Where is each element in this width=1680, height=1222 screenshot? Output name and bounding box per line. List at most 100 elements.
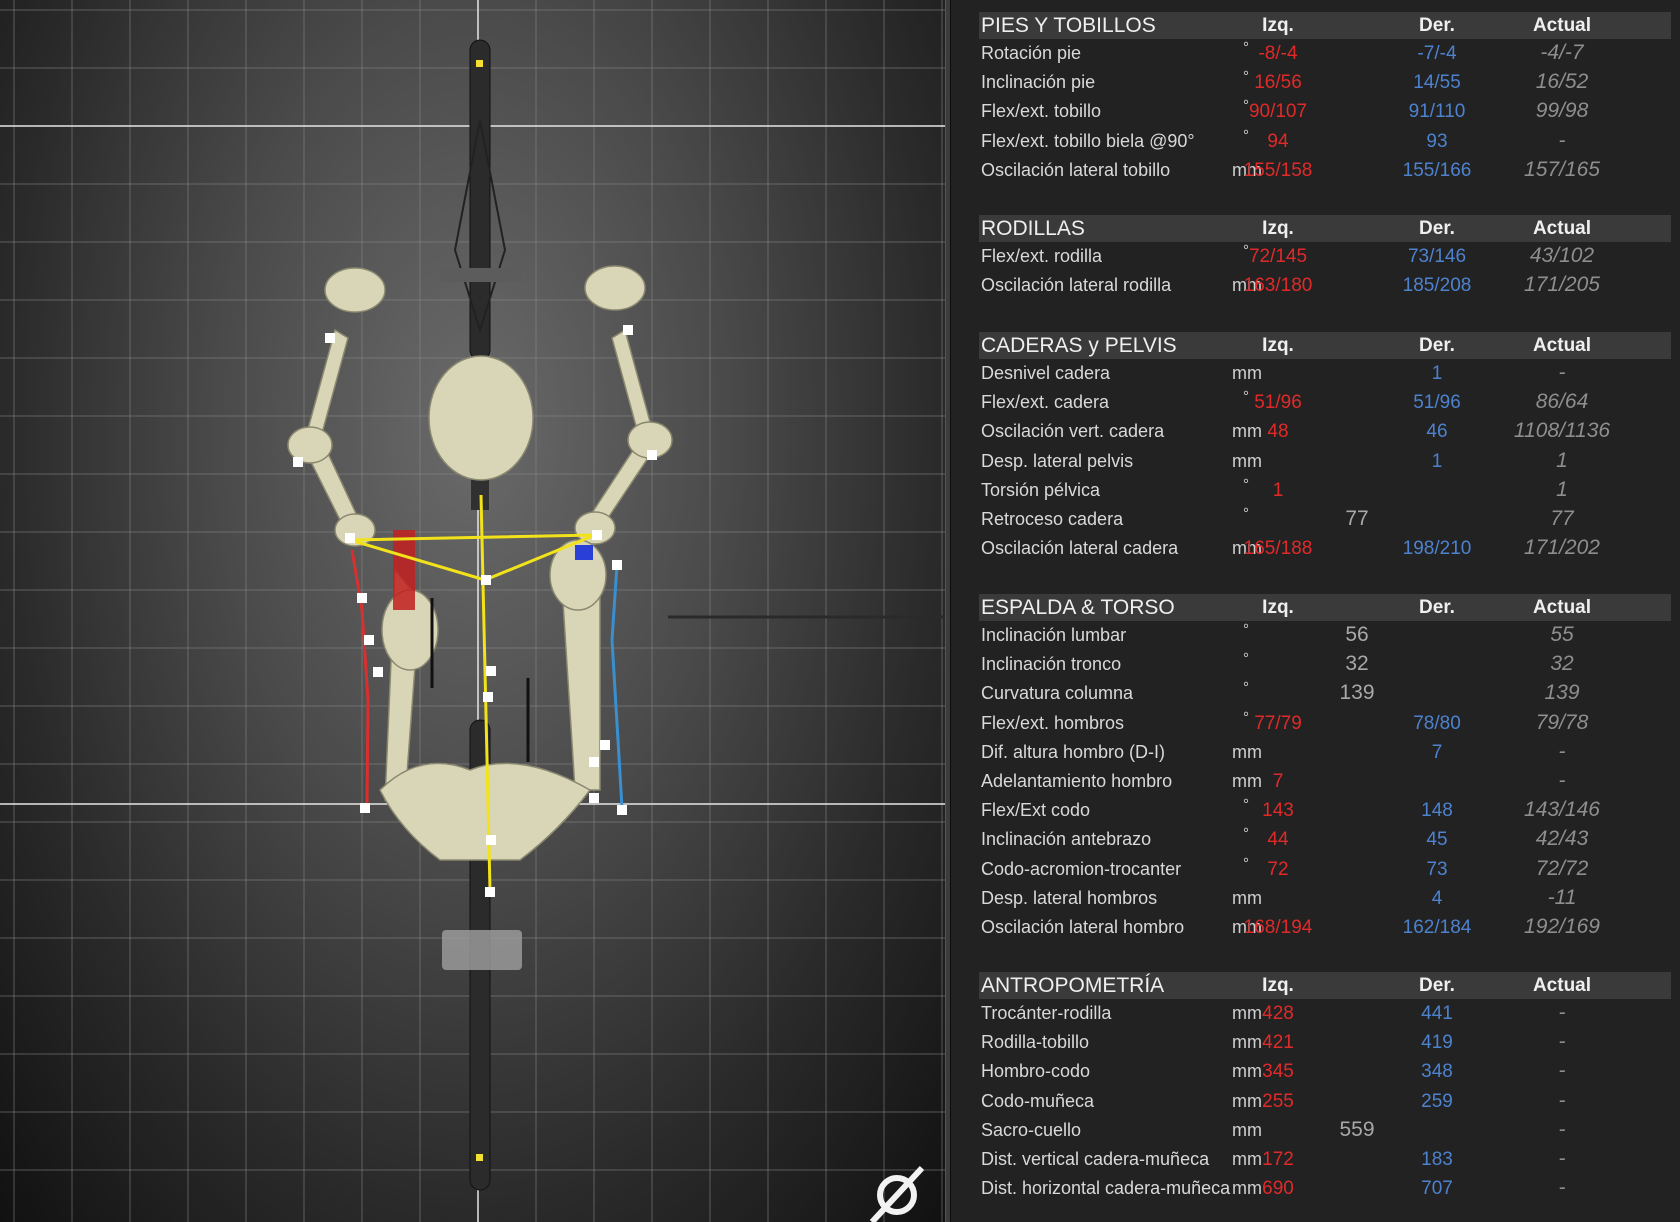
value-actual: 157/165 [1524, 157, 1600, 181]
joint-marker[interactable] [373, 667, 383, 677]
joint-marker[interactable] [357, 593, 367, 603]
metric-row[interactable]: Trocánter-rodilla mm 428 441 - [979, 999, 1671, 1028]
value-right: -7/-4 [1417, 43, 1457, 64]
joint-marker[interactable] [345, 533, 355, 543]
joint-marker[interactable] [481, 575, 491, 585]
value-actual: 171/205 [1524, 273, 1600, 297]
metric-row[interactable]: Oscilación lateral cadera mm 165/188 198/21… [979, 534, 1671, 563]
value-actual: 32 [1550, 652, 1574, 676]
value-left: -8/-4 [1258, 43, 1298, 64]
value-mid: 77 [1345, 506, 1369, 530]
joint-marker[interactable] [612, 560, 622, 570]
metric-row[interactable]: Flex/ext. tobillo ° 90/107 91/110 99/98 [979, 97, 1671, 126]
metric-row[interactable]: Codo-acromion-trocanter ° 72 73 72/72 [979, 855, 1671, 884]
metric-row[interactable]: Flex/ext. hombros ° 77/79 78/80 79/78 [979, 709, 1671, 738]
value-right: 441 [1421, 1003, 1453, 1024]
metric-unit: ° [1243, 126, 1249, 144]
value-right: 419 [1421, 1032, 1453, 1054]
metric-unit: ° [1243, 650, 1249, 668]
3d-viewport[interactable] [0, 0, 945, 1222]
metric-row[interactable]: Oscilación lateral tobillo mm 155/158 155/1… [979, 156, 1671, 185]
column-header-left: Izq. [1262, 15, 1294, 36]
section-title: ESPALDA & TORSO [981, 596, 1175, 619]
value-actual: 143/146 [1524, 798, 1600, 822]
joint-marker[interactable] [592, 530, 602, 540]
metric-row[interactable]: Flex/Ext codo ° 143 148 143/146 [979, 796, 1671, 825]
metric-row[interactable]: Torsión pélvica ° 1 1 [979, 476, 1671, 505]
metric-row[interactable]: Desnivel cadera mm 1 - [979, 359, 1671, 388]
column-header-right: Der. [1419, 335, 1455, 356]
value-actual: - [1558, 361, 1566, 384]
metric-row[interactable]: Oscilación vert. cadera mm 48 46 1108/1136 [979, 417, 1671, 446]
joint-marker[interactable] [486, 666, 496, 676]
metric-row[interactable]: Inclinación lumbar ° 56 55 [979, 621, 1671, 650]
metric-row[interactable]: Inclinación tronco ° 32 32 [979, 650, 1671, 679]
metric-row[interactable]: Rotación pie ° -8/-4 -7/-4 -4/-7 [979, 39, 1671, 68]
metric-unit: ° [1243, 621, 1249, 638]
metric-label: Oscilación lateral cadera [981, 538, 1179, 559]
value-right: 162/184 [1402, 916, 1472, 938]
value-right: 183 [1421, 1148, 1453, 1170]
wheel-marker [476, 1154, 483, 1161]
metric-row[interactable]: Adelantamiento hombro mm 7 - [979, 767, 1671, 796]
metric-label: Oscilación lateral rodilla [981, 275, 1172, 296]
value-left: 51/96 [1254, 392, 1302, 414]
joint-marker[interactable] [623, 325, 633, 335]
metric-row[interactable]: Retroceso cadera ° 77 77 [979, 505, 1671, 534]
metric-row[interactable]: Hombro-codo mm 345 348 - [979, 1057, 1671, 1086]
section-title: PIES Y TOBILLOS [981, 14, 1156, 37]
column-header-right: Der. [1419, 218, 1455, 239]
joint-marker[interactable] [647, 450, 657, 460]
joint-marker[interactable] [589, 757, 599, 767]
value-actual: - [1558, 128, 1566, 152]
metric-row[interactable]: Desp. lateral hombros mm 4 -11 [979, 884, 1671, 913]
metric-row[interactable]: Desp. lateral pelvis mm 1 1 [979, 447, 1671, 476]
joint-marker[interactable] [600, 740, 610, 750]
metric-row[interactable]: Inclinación antebrazo ° 44 45 42/43 [979, 825, 1671, 854]
metric-unit: mm [1232, 1148, 1262, 1169]
metric-row[interactable]: Sacro-cuello mm 559 - [979, 1116, 1671, 1145]
metric-label: Rotación pie [981, 43, 1082, 63]
metric-label: Desp. lateral pelvis [981, 450, 1134, 471]
metric-unit: ° [1243, 68, 1249, 86]
value-actual: 77 [1550, 506, 1574, 530]
metric-row[interactable]: Flex/ext. rodilla ° 72/145 73/146 43/102 [979, 242, 1671, 271]
value-mid: 139 [1339, 681, 1375, 705]
metric-row[interactable]: Oscilación lateral rodilla mm 163/180 185/2… [979, 271, 1671, 300]
metric-row[interactable]: Curvatura columna ° 139 139 [979, 679, 1671, 708]
metric-row[interactable]: Dif. altura hombro (D-I) mm 7 - [979, 738, 1671, 767]
metric-label: Flex/Ext codo [981, 800, 1091, 821]
joint-marker[interactable] [589, 793, 599, 803]
value-right: 707 [1421, 1178, 1453, 1200]
joint-marker[interactable] [325, 333, 335, 343]
metric-row[interactable]: Flex/ext. cadera ° 51/96 51/96 86/64 [979, 388, 1671, 417]
joint-marker[interactable] [486, 835, 496, 845]
value-left: 72 [1267, 858, 1289, 880]
metric-row[interactable]: Flex/ext. tobillo biela @90° ° 94 93 - [979, 127, 1671, 156]
value-left: 143 [1262, 800, 1294, 822]
metric-row[interactable]: Codo-muñeca mm 255 259 - [979, 1087, 1671, 1116]
section-1: RODILLAS Izq. Der. Actual Flex/ext. rodilla °… [979, 215, 1671, 300]
joint-marker[interactable] [364, 635, 374, 645]
column-header-actual: Actual [1532, 975, 1592, 996]
front-wheel [469, 39, 491, 361]
metric-label: Flex/ext. cadera [981, 392, 1110, 413]
metric-row[interactable]: Dist. horizontal cadera-muñeca mm 690 707 - [979, 1174, 1671, 1203]
joint-marker[interactable] [485, 887, 495, 897]
value-right: 45 [1426, 829, 1448, 851]
viewport-canvas[interactable] [0, 0, 945, 1222]
metric-row[interactable]: Oscilación lateral hombro mm 168/194 162/18… [979, 913, 1671, 942]
joint-marker[interactable] [293, 457, 303, 467]
value-left: 16/56 [1254, 72, 1302, 94]
joint-marker[interactable] [360, 803, 370, 813]
value-left: 255 [1262, 1090, 1294, 1112]
metric-row[interactable]: Dist. vertical cadera-muñeca mm 172 183 - [979, 1145, 1671, 1174]
joint-marker[interactable] [617, 805, 627, 815]
metric-unit: mm [1232, 1032, 1262, 1053]
metric-row[interactable]: Inclinación pie ° 16/56 14/55 16/52 [979, 68, 1671, 97]
metric-unit: ° [1243, 475, 1249, 493]
value-left: 72/145 [1248, 246, 1308, 267]
joint-marker[interactable] [483, 692, 493, 702]
metric-row[interactable]: Rodilla-tobillo mm 421 419 - [979, 1028, 1671, 1057]
value-actual: - [1558, 739, 1566, 763]
